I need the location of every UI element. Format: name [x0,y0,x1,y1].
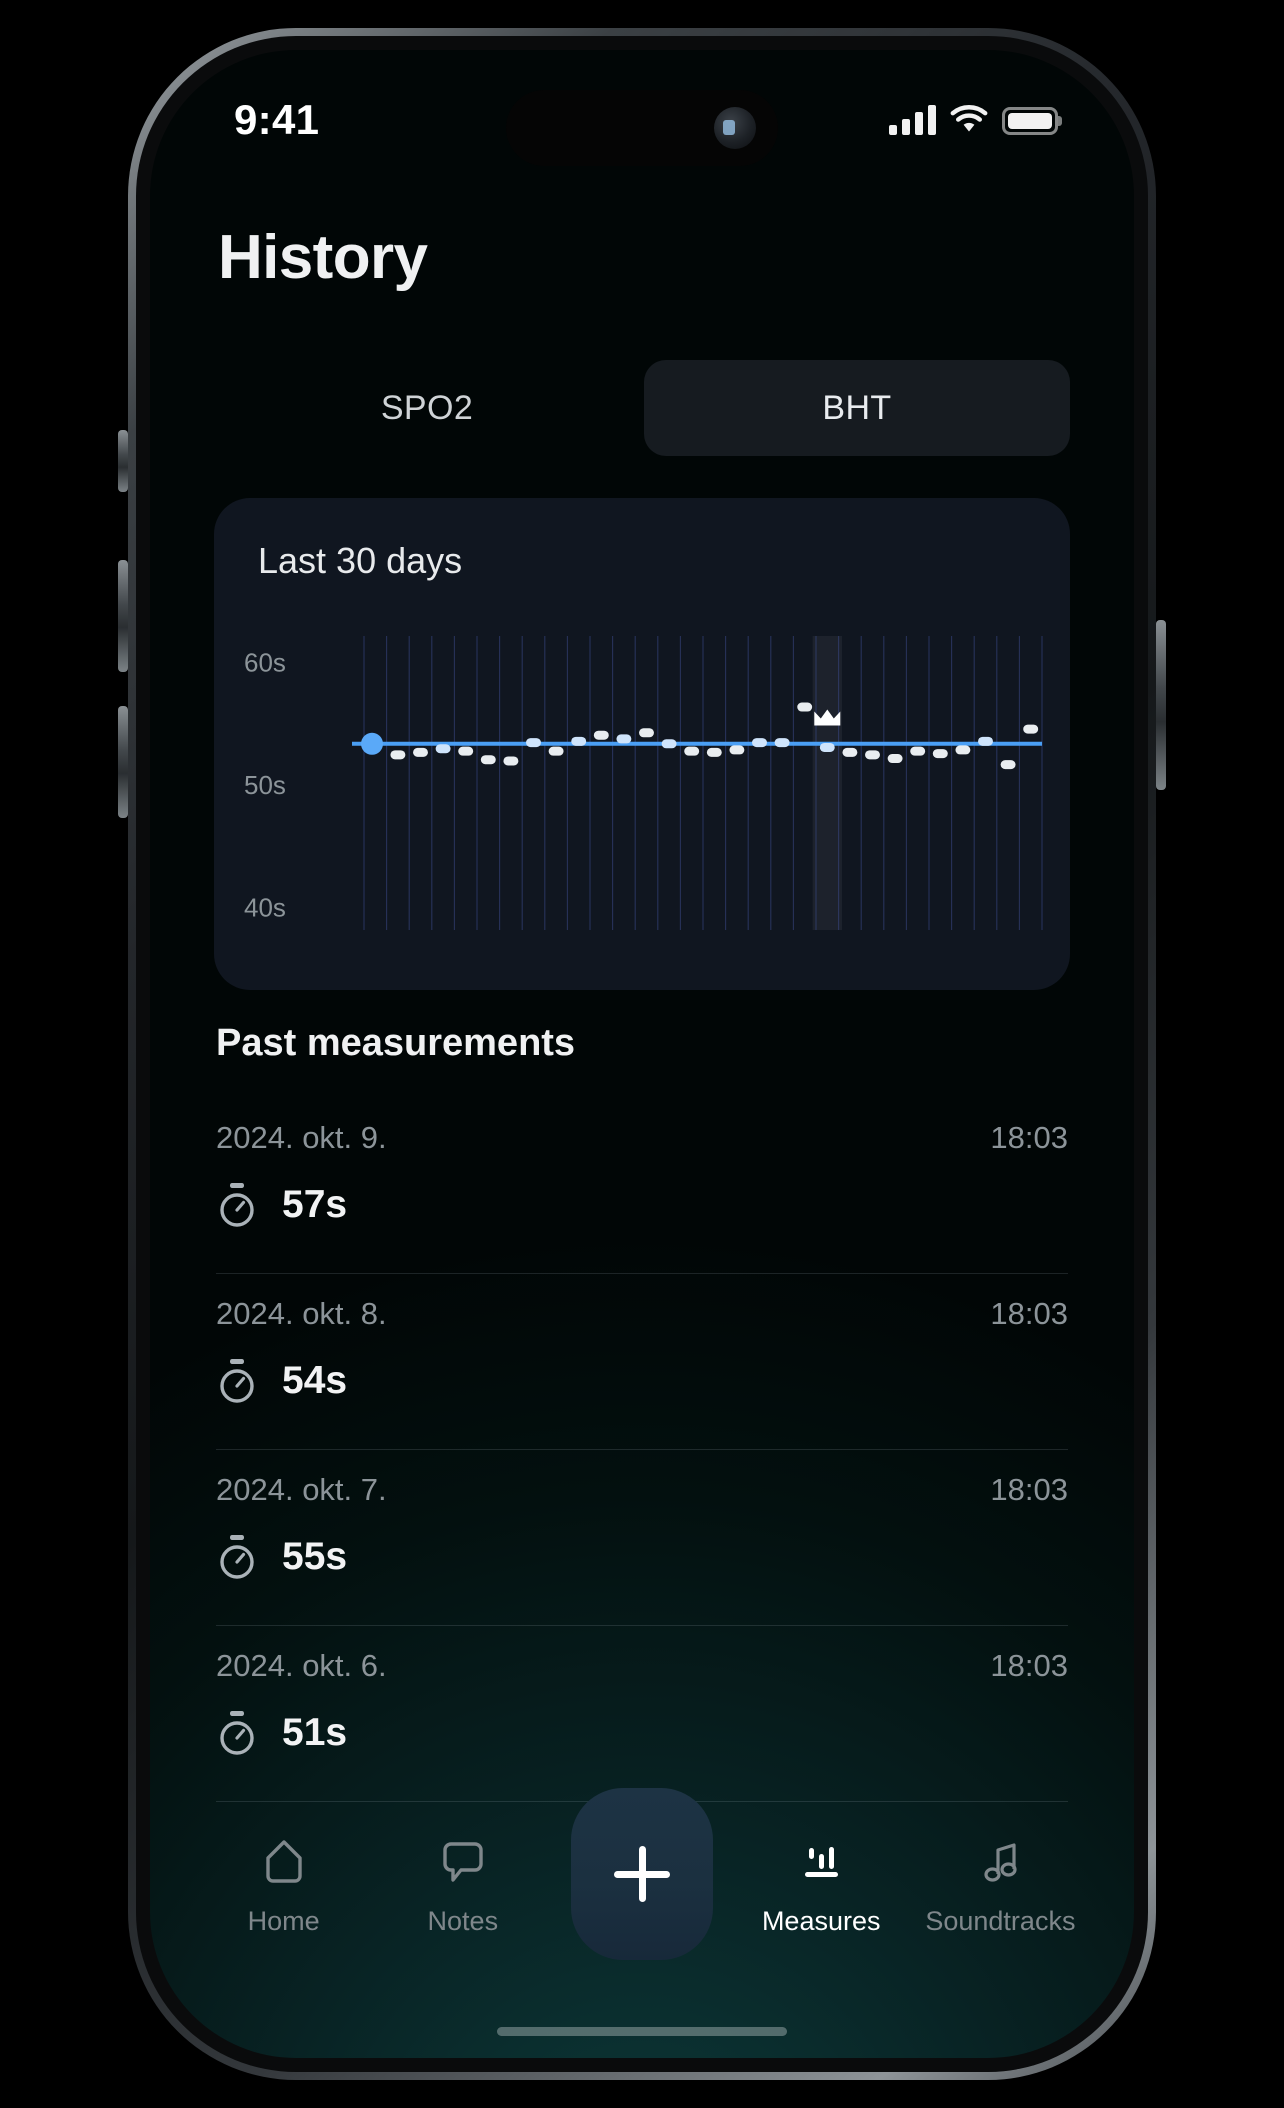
measurement-date: 2024. okt. 9. [216,1120,387,1155]
measurement-value-group: 57s [216,1182,1068,1228]
nav-label-soundtracks: Soundtracks [925,1906,1076,1936]
status-bar-clock: 9:41 [234,96,320,143]
notes-icon [443,1842,483,1882]
table-row[interactable]: 2024. okt. 6. 18:03 51s [216,1626,1068,1802]
measurement-value: 54s [282,1359,348,1402]
dynamic-island [506,90,778,166]
home-icon [265,1840,302,1883]
measurement-value: 51s [282,1711,348,1754]
plus-icon-vertical [638,1846,646,1902]
measurement-date: 2024. okt. 6. [216,1648,387,1683]
measurement-time: 18:03 [990,1120,1068,1155]
home-indicator[interactable] [497,2027,787,2036]
add-measurement-wrapper [552,1788,731,1960]
measurement-time: 18:03 [990,1472,1068,1507]
silent-switch[interactable] [118,430,128,492]
measures-icon [805,1847,839,1877]
measurement-value-group: 54s [216,1358,1068,1404]
stopwatch-icon [220,1535,254,1579]
status-bar: 9:41 [150,50,1134,178]
measurement-value-group: 55s [216,1534,1068,1580]
svg-text:60s: 60s [244,648,286,678]
stopwatch-icon [220,1183,254,1227]
chart-card[interactable]: Last 30 days 60s 50s 40s [214,498,1070,990]
measurement-meta: 2024. okt. 8. 18:03 [216,1274,1068,1332]
measurement-time: 18:03 [990,1648,1068,1683]
nav-item-measures[interactable]: Measures [732,1806,911,1937]
tab-spo2[interactable]: SPO2 [214,360,640,456]
table-row[interactable]: 2024. okt. 9. 18:03 57s [216,1098,1068,1274]
measurement-meta: 2024. okt. 9. 18:03 [216,1098,1068,1156]
nav-label-measures: Measures [761,1906,881,1936]
stopwatch-icon [220,1711,254,1755]
power-button[interactable] [1156,620,1166,790]
soundtracks-icon [984,1843,1018,1882]
measurement-date: 2024. okt. 8. [216,1296,387,1331]
chart-svg: 60s 50s 40s [244,636,1043,930]
status-bar-indicators [889,105,1058,135]
front-camera-icon [714,107,756,149]
measurement-date: 2024. okt. 7. [216,1472,387,1507]
svg-text:50s: 50s [244,770,286,800]
screenshot-stage: 9:41 History SPO2 BHT Last 30 days 60s 5… [0,0,1284,2108]
table-row[interactable]: 2024. okt. 7. 18:03 55s [216,1450,1068,1626]
volume-down-button[interactable] [118,706,128,818]
measurement-value-group: 51s [216,1710,1068,1756]
measurement-time: 18:03 [990,1296,1068,1331]
bottom-navigation-bar: Home Notes Measures Soundtracks [150,1788,1134,1986]
nav-label-notes: Notes [427,1906,499,1936]
table-row[interactable]: 2024. okt. 8. 18:03 54s [216,1274,1068,1450]
nav-item-notes[interactable]: Notes [373,1806,552,1937]
nav-label-home: Home [247,1906,320,1936]
measurement-meta: 2024. okt. 6. 18:03 [216,1626,1068,1684]
app-screen: 9:41 History SPO2 BHT Last 30 days 60s 5… [150,50,1134,2058]
chart-plot-area[interactable]: 60s 50s 40s [214,628,1070,938]
past-measurements-list: 2024. okt. 9. 18:03 57s 2024. okt. 8. 18… [216,1098,1068,1802]
svg-text:40s: 40s [244,893,286,923]
volume-up-button[interactable] [118,560,128,672]
measurement-value: 55s [282,1535,348,1578]
cellular-signal-icon [889,105,936,135]
nav-item-soundtracks[interactable]: Soundtracks [911,1806,1090,1937]
past-measurements-heading: Past measurements [216,1022,576,1064]
measurement-meta: 2024. okt. 7. 18:03 [216,1450,1068,1508]
tab-bht[interactable]: BHT [644,360,1070,456]
stopwatch-icon [220,1359,254,1403]
segmented-tabs: SPO2 BHT [214,360,1070,456]
nav-item-home[interactable]: Home [194,1806,373,1937]
measurement-value: 57s [282,1183,348,1226]
battery-icon [1002,107,1058,135]
page-title: History [218,223,428,292]
wifi-icon [950,105,988,132]
chart-title: Last 30 days [258,540,463,581]
add-measurement-button[interactable] [571,1788,713,1960]
